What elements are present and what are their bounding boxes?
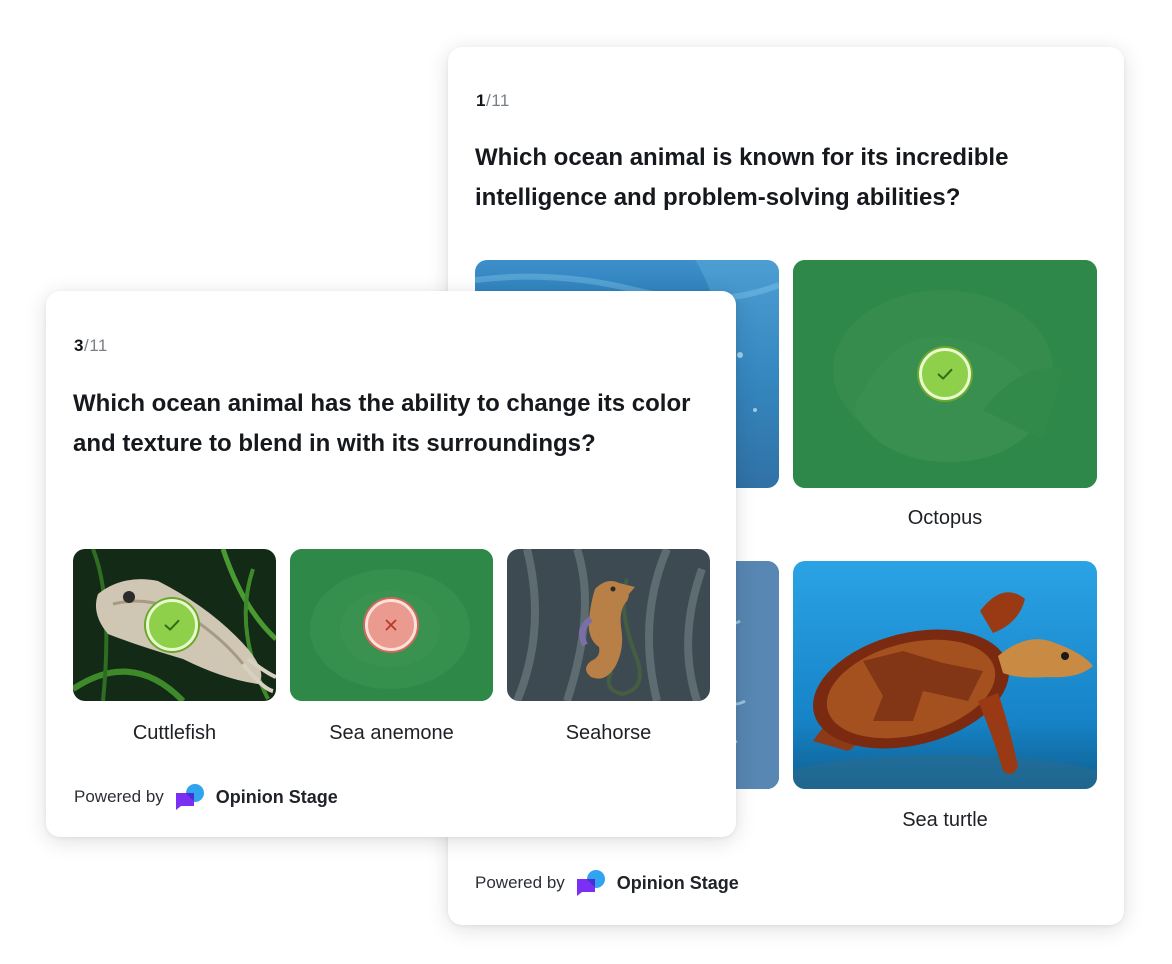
answer-option-1-label[interactable]: Cuttlefish	[73, 722, 276, 745]
answer-option-2-label[interactable]: Sea anemone	[290, 722, 493, 745]
opinion-stage-logo-icon	[576, 870, 605, 896]
sea-turtle-photo	[793, 561, 1097, 789]
correct-badge	[919, 348, 971, 400]
counter-current: 3	[74, 336, 84, 355]
powered-by-text: Powered by	[475, 873, 565, 892]
question-title: Which ocean animal is known for its incr…	[475, 144, 1009, 211]
counter-total: /11	[485, 91, 510, 110]
question-title: Which ocean animal has the ability to ch…	[73, 390, 691, 457]
counter-current: 1	[476, 91, 486, 110]
seahorse-photo	[507, 549, 710, 701]
answer-option-2-image[interactable]	[793, 260, 1097, 488]
correct-badge	[146, 599, 198, 651]
check-icon	[937, 368, 953, 380]
answer-option-3-image[interactable]	[507, 549, 710, 701]
answer-option-4-label[interactable]: Sea turtle	[793, 809, 1097, 832]
answer-option-2-label[interactable]: Octopus	[793, 507, 1097, 530]
answer-option-3-label[interactable]: Seahorse	[507, 722, 710, 745]
opinion-stage-brand: Opinion Stage	[215, 786, 338, 807]
powered-by[interactable]: Powered by Opinion Stage	[74, 783, 338, 811]
question-counter: 1/11	[476, 91, 510, 111]
answer-option-4-image[interactable]	[793, 561, 1097, 789]
opinion-stage-brand: Opinion Stage	[616, 872, 739, 893]
opinion-stage-logo-icon	[175, 784, 204, 810]
powered-by-text: Powered by	[74, 787, 164, 806]
answer-option-1-image[interactable]	[73, 549, 276, 701]
check-icon	[164, 619, 180, 631]
question-counter: 3/11	[74, 336, 108, 356]
answer-option-2-image[interactable]	[290, 549, 493, 701]
counter-total: /11	[83, 336, 108, 355]
powered-by[interactable]: Powered by Opinion Stage	[475, 869, 739, 897]
quiz-card-question-3: 3/11 Which ocean animal has the ability …	[46, 291, 736, 837]
close-icon	[385, 619, 397, 631]
wrong-badge	[365, 599, 417, 651]
